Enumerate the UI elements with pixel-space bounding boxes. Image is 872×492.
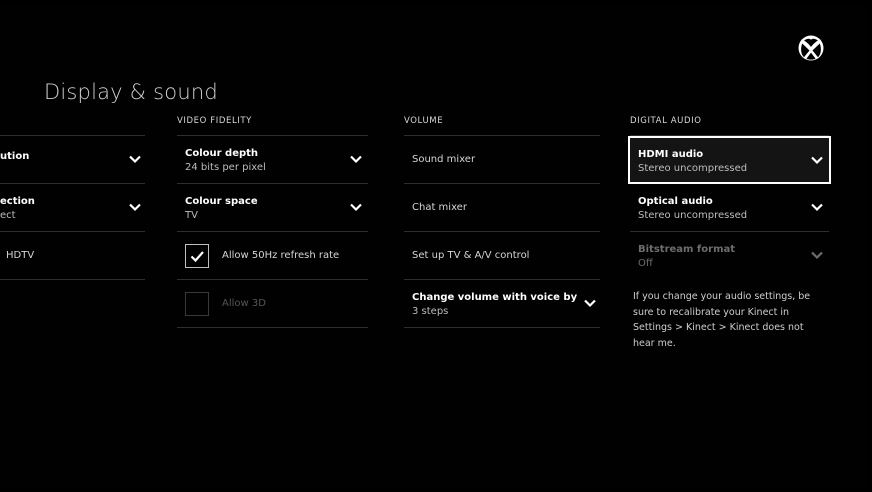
voice-volume-dropdown[interactable]: Change volume with voice by 3 steps [404,280,600,328]
volume-column: VOLUME Sound mixer Chat mixer Set up TV … [404,108,600,328]
video-fidelity-column: VIDEO FIDELITY Colour depth 24 bits per … [177,108,368,328]
chevron-down-icon [129,203,141,212]
left-item-label: ution [0,151,30,162]
page-title: Display & sound [44,80,218,104]
allow-3d-checkbox[interactable] [185,292,209,316]
allow-50hz-checkbox[interactable] [185,244,209,268]
setup-tv-av-label: Set up TV & A/V control [412,250,530,261]
left-item-value: ect [0,210,16,221]
chevron-down-icon [129,155,141,164]
left-item-resolution[interactable]: ution [0,136,145,184]
digital-audio-column: DIGITAL AUDIO HDMI audio Stereo uncompre… [628,108,831,351]
video-fidelity-header: VIDEO FIDELITY [177,108,368,136]
bitstream-format-label: Bitstream format [638,244,736,255]
optical-audio-label: Optical audio [638,196,713,207]
colour-depth-dropdown[interactable]: Colour depth 24 bits per pixel [177,136,368,184]
bitstream-format-dropdown[interactable]: Bitstream format Off [630,232,829,280]
hdmi-audio-dropdown[interactable]: HDMI audio Stereo uncompressed [628,136,831,184]
bitstream-format-value: Off [638,258,653,269]
chevron-down-icon [811,251,823,260]
left-item-label: ection [0,196,35,207]
left-item-hdtv[interactable]: HDTV [0,232,145,280]
hdmi-audio-value: Stereo uncompressed [638,163,748,174]
optical-audio-value: Stereo uncompressed [638,210,748,221]
xbox-logo-icon [798,35,824,61]
digital-audio-header: DIGITAL AUDIO [630,108,829,136]
colour-space-label: Colour space [185,196,258,207]
volume-header: VOLUME [404,108,600,136]
voice-volume-value: 3 steps [412,306,449,317]
hdmi-audio-label: HDMI audio [638,149,704,160]
colour-depth-label: Colour depth [185,148,259,159]
colour-depth-value: 24 bits per pixel [185,162,266,173]
allow-50hz-label: Allow 50Hz refresh rate [222,250,340,261]
colour-space-dropdown[interactable]: Colour space TV [177,184,368,232]
optical-audio-dropdown[interactable]: Optical audio Stereo uncompressed [630,184,829,232]
setup-tv-av-item[interactable]: Set up TV & A/V control [404,232,600,280]
checkmark-icon [190,251,204,263]
chevron-down-icon [811,156,823,165]
chevron-down-icon [350,203,362,212]
sound-mixer-item[interactable]: Sound mixer [404,136,600,184]
left-column-header [0,108,145,136]
screen: Display & sound ution ection ect HDTV VI… [0,4,868,488]
left-item-connection[interactable]: ection ect [0,184,145,232]
allow-50hz-checkbox-row[interactable]: Allow 50Hz refresh rate [177,232,368,280]
chevron-down-icon [584,299,596,308]
chevron-down-icon [811,203,823,212]
chat-mixer-item[interactable]: Chat mixer [404,184,600,232]
chat-mixer-label: Chat mixer [412,202,467,213]
colour-space-value: TV [185,210,198,221]
chevron-down-icon [350,155,362,164]
kinect-recalibrate-note: If you change your audio settings, be su… [633,291,811,349]
left-column: ution ection ect HDTV [0,108,145,280]
sound-mixer-label: Sound mixer [412,154,476,165]
allow-3d-checkbox-row[interactable]: Allow 3D [177,280,368,328]
voice-volume-label: Change volume with voice by [412,292,578,303]
left-item-label: HDTV [6,250,35,261]
allow-3d-label: Allow 3D [222,298,266,309]
